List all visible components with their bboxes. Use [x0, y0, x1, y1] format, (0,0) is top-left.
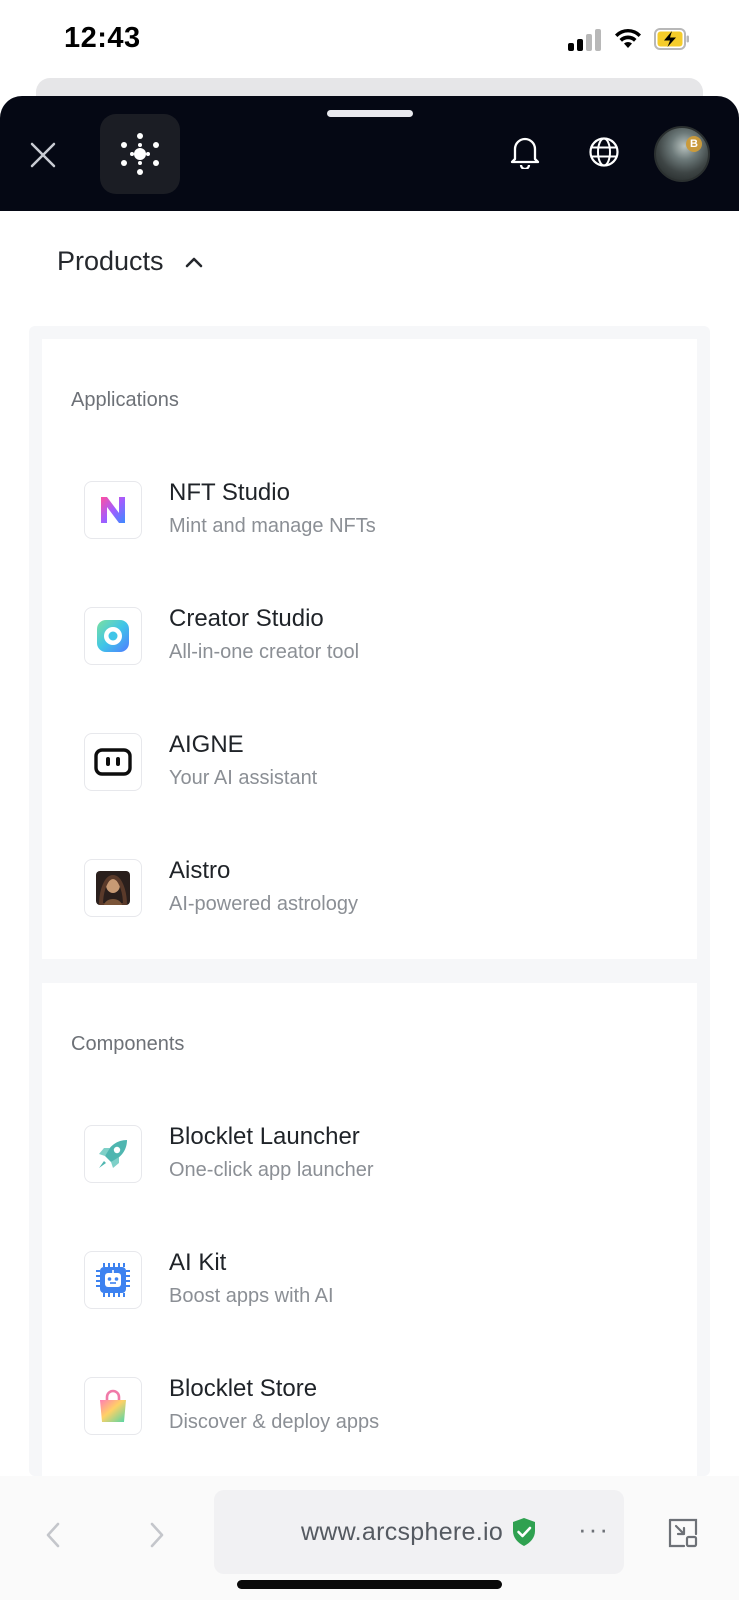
wifi-icon [615, 28, 641, 48]
shopping-bag-icon [84, 1377, 142, 1435]
item-title: AIGNE [169, 731, 244, 758]
aigne-icon [84, 733, 142, 791]
item-title: Blocklet Launcher [169, 1123, 360, 1150]
products-label: Products [57, 246, 164, 276]
chevron-left-icon [46, 1522, 60, 1548]
rocket-icon [84, 1125, 142, 1183]
menu-item-ai-kit[interactable]: AI Kit Boost apps with AI [84, 1237, 664, 1327]
robot-chip-icon [84, 1251, 142, 1309]
section-title: Applications [71, 389, 179, 411]
home-indicator[interactable] [237, 1580, 502, 1589]
item-title: NFT Studio [169, 479, 290, 506]
minimize-window-button[interactable] [664, 1514, 702, 1552]
products-menu: Applications NFT Studio Mint and manage … [29, 326, 710, 1483]
app-header: B [0, 96, 739, 211]
secure-shield-icon [513, 1518, 536, 1546]
address-bar[interactable]: www.arcsphere.io [214, 1490, 624, 1574]
menu-item-blocklet-launcher[interactable]: Blocklet Launcher One-click app launcher [84, 1111, 664, 1201]
language-button[interactable] [584, 132, 624, 172]
battery-charging-icon [654, 28, 689, 50]
sheet-grabber[interactable] [327, 110, 413, 117]
forward-button[interactable] [140, 1518, 174, 1552]
item-title: Aistro [169, 857, 231, 884]
item-title: Creator Studio [169, 605, 324, 632]
products-toggle[interactable]: Products [57, 246, 204, 277]
status-bar: 12:43 [0, 0, 739, 80]
globe-icon [589, 137, 619, 167]
dots-logo-icon [121, 133, 159, 175]
aistro-icon [84, 859, 142, 917]
close-button[interactable] [24, 136, 62, 174]
item-description: Discover & deploy apps [169, 1411, 380, 1433]
menu-item-aigne[interactable]: AIGNE Your AI assistant [84, 719, 664, 809]
chevron-up-icon [185, 257, 202, 267]
avatar[interactable]: B [654, 126, 710, 182]
close-icon [30, 142, 56, 168]
applications-section: Applications NFT Studio Mint and manage … [42, 339, 697, 959]
app-logo[interactable] [100, 114, 180, 194]
chevron-right-icon [150, 1522, 164, 1548]
item-description: One-click app launcher [169, 1159, 374, 1181]
notifications-button[interactable] [505, 132, 545, 172]
back-button[interactable] [36, 1518, 70, 1552]
section-title: Components [71, 1033, 185, 1055]
more-button[interactable]: ··· [578, 1514, 610, 1545]
item-title: Blocklet Store [169, 1375, 318, 1402]
menu-item-creator-studio[interactable]: Creator Studio All-in-one creator tool [84, 593, 664, 683]
creator-studio-icon [84, 607, 142, 665]
menu-item-nft-studio[interactable]: NFT Studio Mint and manage NFTs [84, 467, 664, 557]
bell-icon [510, 137, 540, 169]
menu-item-blocklet-store[interactable]: Blocklet Store Discover & deploy apps [84, 1363, 664, 1453]
components-section: Components Blocklet Launcher One-click a… [42, 983, 697, 1483]
item-title: AI Kit [169, 1249, 227, 1276]
menu-item-aistro[interactable]: Aistro AI-powered astrology [84, 845, 664, 935]
url-text: www.arcsphere.io [300, 1517, 504, 1546]
avatar-badge-icon: B [686, 136, 702, 152]
shrink-icon [668, 1518, 698, 1548]
status-time: 12:43 [64, 22, 141, 54]
nft-studio-icon [84, 481, 142, 539]
item-description: All-in-one creator tool [169, 641, 360, 663]
item-description: AI-powered astrology [169, 893, 358, 915]
item-description: Your AI assistant [169, 767, 318, 789]
cellular-signal-icon [568, 29, 602, 51]
item-description: Boost apps with AI [169, 1285, 334, 1307]
item-description: Mint and manage NFTs [169, 515, 376, 537]
